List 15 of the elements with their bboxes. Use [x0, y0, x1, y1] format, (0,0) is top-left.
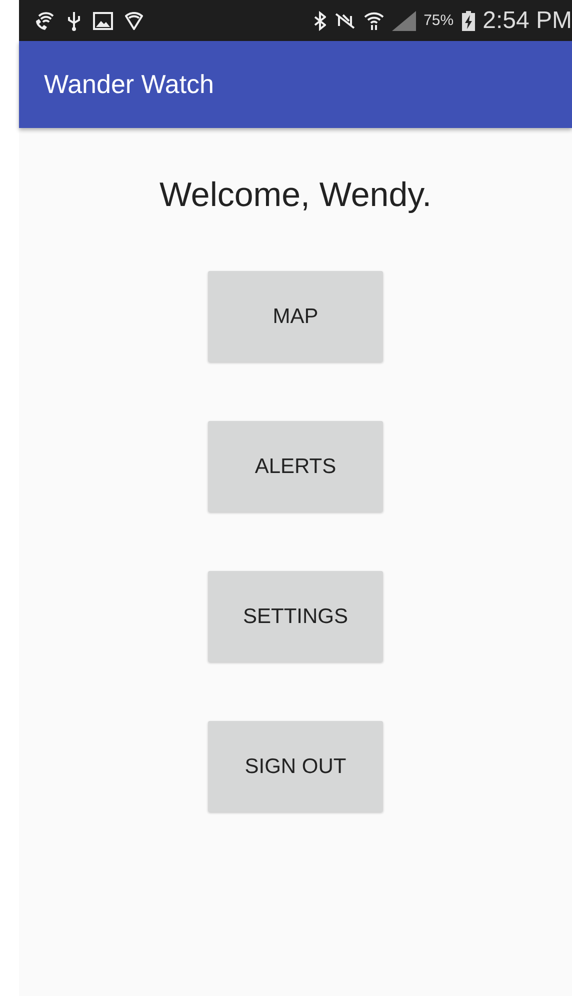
battery-percent: 75% [424, 12, 454, 29]
menu-button[interactable]: SETTINGS [208, 571, 383, 662]
bluetooth-icon [314, 10, 326, 30]
menu-button[interactable]: ALERTS [208, 421, 383, 512]
image-icon [93, 12, 113, 30]
battery-charging-icon [462, 10, 475, 30]
app-title: Wander Watch [44, 69, 214, 100]
wifi-icon [364, 10, 384, 30]
usb-icon [67, 10, 81, 30]
wifi-calling-icon [35, 12, 55, 30]
menu-button[interactable]: MAP [208, 271, 383, 362]
welcome-heading: Welcome, Wendy. [159, 176, 432, 215]
clock-time: 2:54 PM [482, 6, 572, 34]
signal-icon [392, 10, 416, 30]
menu-button[interactable]: SIGN OUT [208, 721, 383, 812]
